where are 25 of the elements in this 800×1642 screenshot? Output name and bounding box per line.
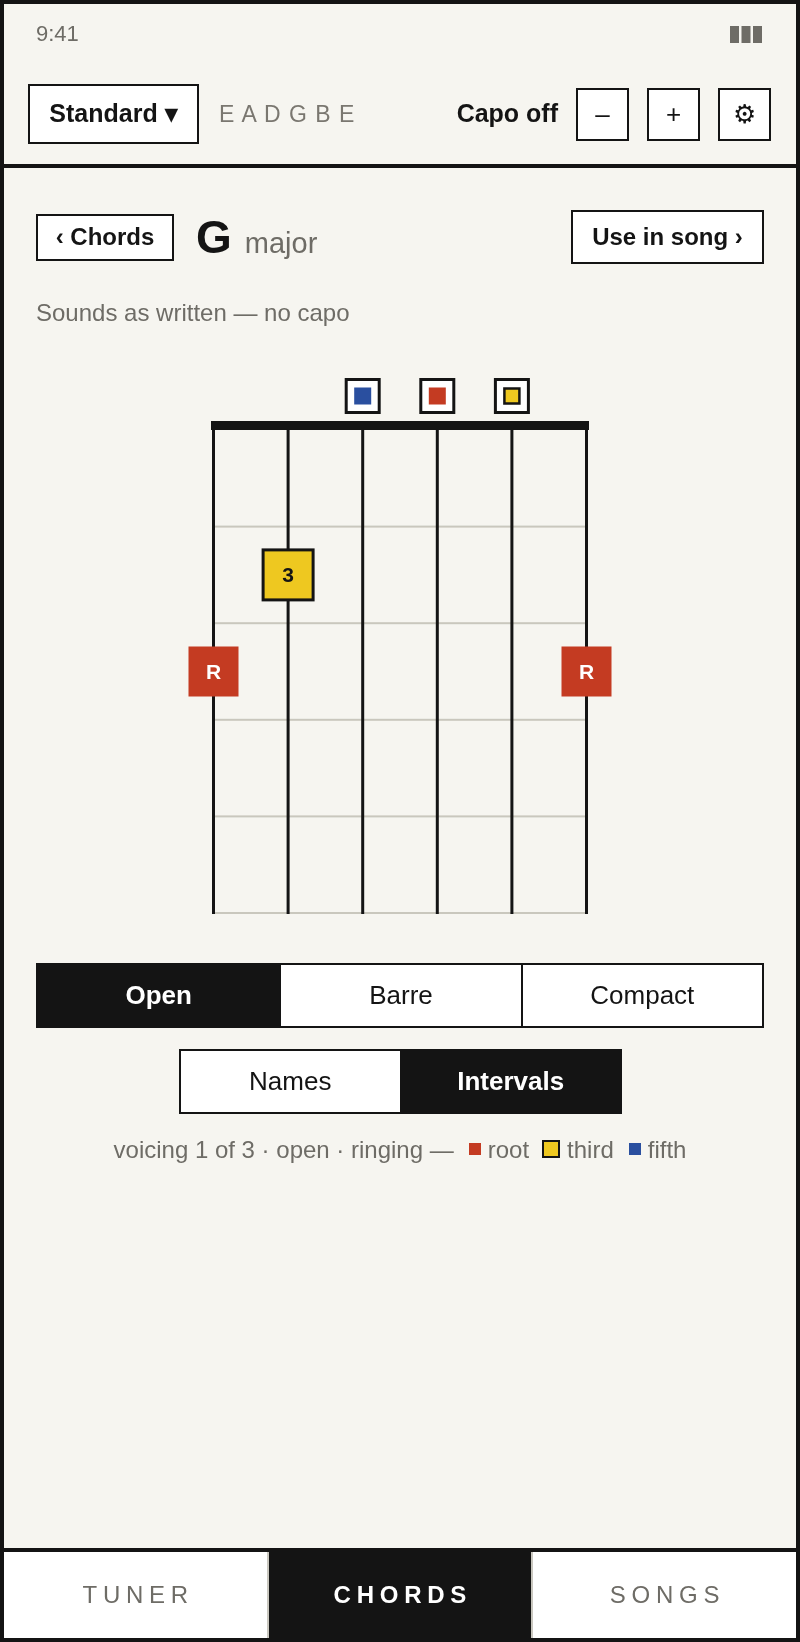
- battery-icon: [730, 25, 762, 43]
- toolbar-button[interactable]: +: [647, 87, 700, 141]
- nav-tab[interactable]: CHORDS: [268, 1552, 532, 1638]
- legend-label: third: [567, 1137, 614, 1163]
- finger-marker: R: [561, 646, 612, 697]
- legend-label: root: [487, 1137, 530, 1163]
- tuning-dropdown[interactable]: Standard ▾: [28, 84, 199, 144]
- voicing-tab[interactable]: Open: [38, 965, 280, 1026]
- voicing-info: voicing 1 of 3 · open · ringing —: [113, 1137, 454, 1163]
- finger-marker: 3: [261, 548, 315, 602]
- capo-note: Sounds as written — no capo: [36, 300, 350, 326]
- use-in-song-button[interactable]: Use in song ›: [571, 210, 764, 264]
- back-button[interactable]: ‹ Chords: [36, 213, 174, 261]
- nav-tab[interactable]: TUNER: [4, 1552, 267, 1638]
- finger-marker: R: [188, 646, 239, 697]
- legend-label: fifth: [647, 1137, 687, 1163]
- toolbar-button[interactable]: ⚙: [718, 87, 771, 141]
- capo-label: Capo off: [456, 98, 558, 130]
- toolbar-button[interactable]: –: [576, 87, 629, 141]
- nav-tab[interactable]: SONGS: [533, 1552, 796, 1638]
- tuning-notes: E A D G B E: [219, 99, 356, 129]
- chord-root: G: [196, 214, 232, 260]
- status-time: 9:41: [36, 23, 79, 45]
- label-mode-tab[interactable]: Intervals: [400, 1051, 620, 1112]
- chord-quality: major: [244, 229, 318, 258]
